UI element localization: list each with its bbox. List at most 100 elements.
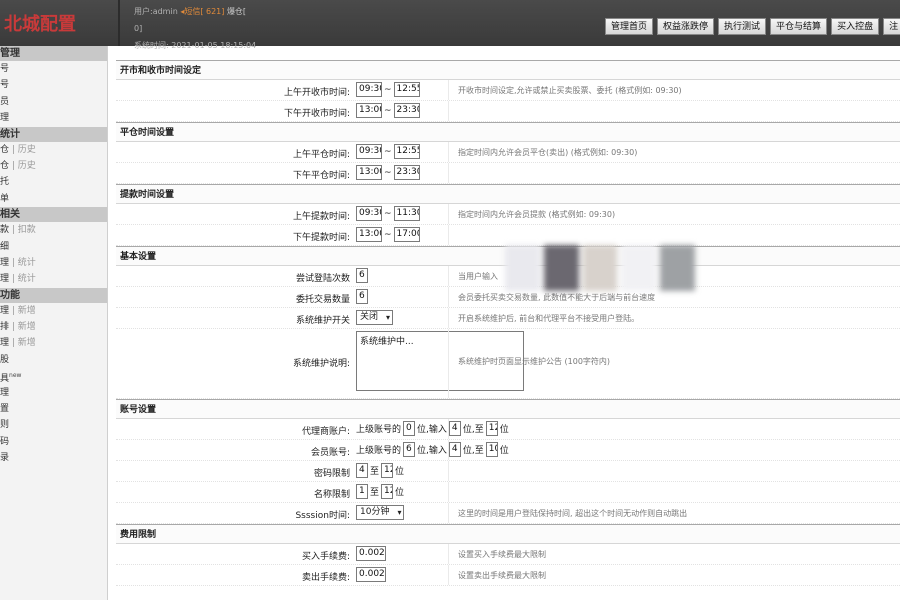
separator: | [9,305,18,316]
am-open-input[interactable]: 09:30 [356,82,382,97]
pm-withdraw-end-input[interactable]: 17:00 [393,227,420,242]
separator: | [9,144,18,155]
sidebar-item[interactable]: 托 [0,174,107,190]
sidebar-item[interactable]: 排 | 新增 [0,319,107,335]
am-close-input[interactable]: 12:55 [393,82,420,97]
section-title-fees: 费用限制 [116,524,900,544]
sidebar-item[interactable]: 款 | 扣款 [0,222,107,238]
section-title-market: 开市和收市时间设定 [116,60,900,80]
buy-fee-input[interactable]: 0.002 [356,546,386,561]
agent-prefix-input[interactable]: 0 [403,421,416,436]
am-withdraw-end-input[interactable]: 11:30 [393,206,420,221]
nav-logout-button[interactable]: 注 [883,18,900,35]
liquidation-link[interactable]: 爆仓[ [227,7,246,16]
am-close-end-input[interactable]: 12:55 [393,144,420,159]
sidebar-item[interactable]: 理 | 新增 [0,335,107,351]
sidebar-item[interactable]: 号 [0,61,107,77]
agent-min-input[interactable]: 4 [448,421,461,436]
nav-test-button[interactable]: 执行测试 [718,18,767,35]
sidebar-item[interactable]: 置 [0,401,107,417]
field-hint: 指定时间内允许会员平仓(卖出) (格式例如: 09:30) [458,148,638,157]
sidebar-item[interactable]: 录 [0,450,107,466]
sidebar-item-label: 录 [0,453,10,464]
chevron-down-icon: ▾ [386,313,391,322]
sidebar-item[interactable]: 理 [0,385,107,401]
sidebar-item-label: 理 [0,257,10,268]
sidebar-sub-link[interactable]: 历史 [18,145,36,155]
maintenance-select[interactable]: 关闭 ▾ [356,310,394,325]
settings-row: 下午平仓时间: 13:00 ~ 23:30 [116,163,900,184]
sidebar-sub-link[interactable]: 新增 [18,306,36,316]
pm-close-input[interactable]: 23:30 [393,103,420,118]
sidebar-group-title: 功能 [0,287,107,303]
member-max-input[interactable]: 10 [485,442,498,457]
member-prefix-input[interactable]: 6 [403,442,416,457]
sidebar-sub-link[interactable]: 历史 [18,161,36,171]
sidebar-item[interactable]: 仓 | 历史 [0,158,107,174]
sidebar-sub-link[interactable]: 扣款 [18,225,36,235]
sidebar-item[interactable]: 仓 | 历史 [0,142,107,158]
sidebar-item[interactable]: 码 [0,434,107,450]
sidebar-group-title: 统计 [0,126,107,142]
am-close-start-input[interactable]: 09:30 [356,144,382,159]
sidebar-item[interactable]: 单 [0,191,107,207]
nav-home-button[interactable]: 管理首页 [605,18,654,35]
sidebar-item[interactable]: 员 [0,94,107,110]
sidebar-item-label: 单 [0,193,10,204]
sidebar-item-label: 员 [0,96,10,107]
sidebar-item-label: 理 [0,338,10,349]
sidebar-item[interactable]: 理 [0,110,107,126]
field-label: 上午提款时间: [292,212,350,222]
field-label: 买入手续费: [301,552,350,562]
login-attempts-input[interactable]: 6 [356,268,368,283]
sidebar-item[interactable]: 理 | 统计 [0,271,107,287]
sidebar-item-label: 细 [0,241,10,252]
sidebar-sub-link[interactable]: 统计 [18,274,36,284]
sidebar-sub-link[interactable]: 新增 [18,338,36,348]
field-label: 密码限制 [313,469,350,479]
name-min-input[interactable]: 1 [356,484,368,499]
pm-close-end-input[interactable]: 23:30 [393,165,420,180]
am-withdraw-start-input[interactable]: 09:30 [356,206,382,221]
field-label: 下午开收市时间: [283,109,350,119]
nav-limit-button[interactable]: 权益涨跌停 [657,18,715,35]
sidebar-item-label: 款 [0,225,10,236]
sidebar-item[interactable]: 理 | 统计 [0,255,107,271]
pm-open-input[interactable]: 13:00 [356,103,382,118]
sidebar-sub-link[interactable]: 统计 [18,258,36,268]
field-hint: 开收市时间设定,允许或禁止买卖股票、委托 (格式例如: 09:30) [458,86,682,95]
field-hint: 指定时间内允许会员提款 (格式例如: 09:30) [458,210,616,219]
order-count-input[interactable]: 6 [356,289,368,304]
top-nav: 管理首页 权益涨跌停 执行测试 平仓与结算 买入控盘 注 [605,18,900,35]
sidebar-item[interactable]: 号 [0,77,107,93]
sidebar-sub-link[interactable]: 新增 [18,322,36,332]
sidebar-item[interactable]: 股 [0,352,107,368]
settings-row: 会员账号: 上级账号的 6 位,输入 4 位,至 10 位 [116,440,900,461]
field-label: 名称限制 [313,490,350,500]
pm-close-start-input[interactable]: 13:00 [356,165,382,180]
name-max-input[interactable]: 12 [381,484,394,499]
password-min-input[interactable]: 4 [356,463,368,478]
separator: | [9,257,18,268]
sidebar-item-label: 具 [0,374,10,385]
agent-max-input[interactable]: 12 [485,421,498,436]
pm-withdraw-start-input[interactable]: 13:00 [356,227,382,242]
sidebar-item[interactable]: 理 | 新增 [0,303,107,319]
sidebar-item[interactable]: 则 [0,417,107,433]
sidebar-group-title: 相关 [0,207,107,223]
field-hint: 开启系统维护后, 前台和代理平台不接受用户登陆。 [458,314,640,323]
sidebar-item[interactable]: 细 [0,239,107,255]
sms-link[interactable]: ◂短信[ 621] [180,7,224,16]
nav-settle-button[interactable]: 平仓与结算 [770,18,828,35]
section-title-withdraw: 提款时间设置 [116,184,900,204]
session-time-select[interactable]: 10分钟 ▾ [356,505,405,520]
nav-buy-control-button[interactable]: 买入控盘 [831,18,880,35]
separator: | [9,274,18,285]
member-min-input[interactable]: 4 [448,442,461,457]
password-max-input[interactable]: 12 [381,463,394,478]
sidebar: 管理号号员理统计仓 | 历史仓 | 历史托单相关款 | 扣款细理 | 统计理 |… [0,46,108,600]
settings-row: 上午平仓时间: 09:30 ~ 12:55 指定时间内允许会员平仓(卖出) (格… [116,142,900,163]
settings-row: 名称限制 1 至 12 位 [116,482,900,503]
sidebar-item[interactable]: 具new [0,368,107,384]
sell-fee-input[interactable]: 0.002 [356,567,386,582]
